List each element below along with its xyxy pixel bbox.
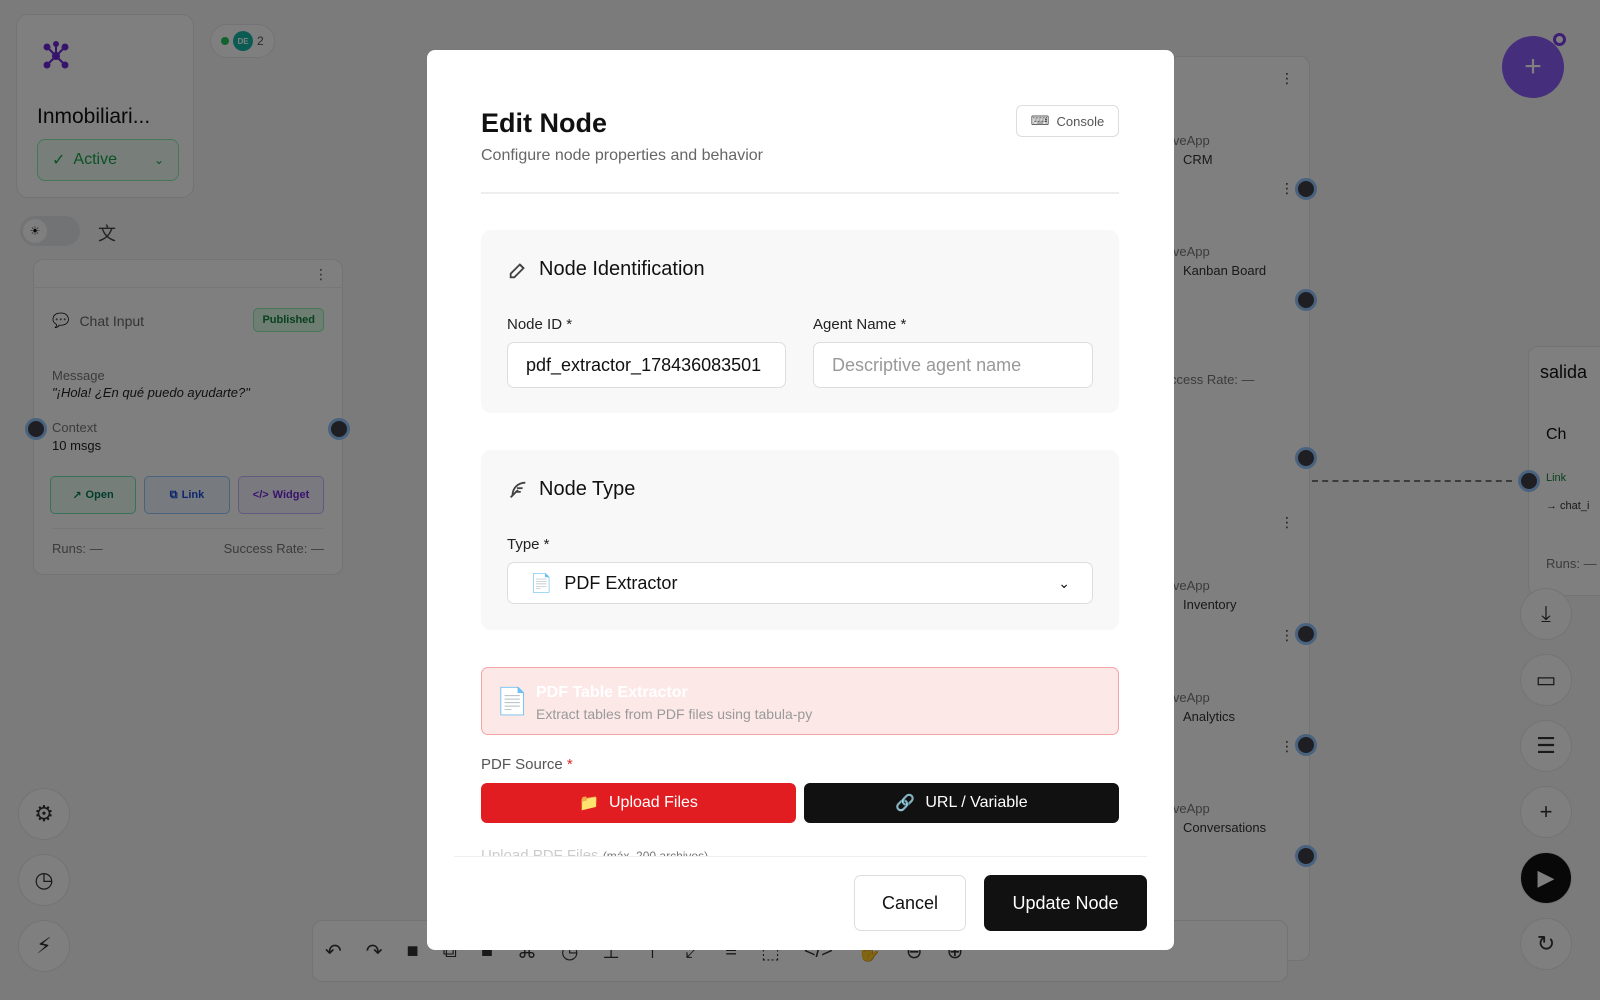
document-icon: 📄 — [530, 572, 553, 593]
update-node-button[interactable]: Update Node — [984, 875, 1147, 931]
dialog-footer: Cancel Update Node — [454, 856, 1147, 950]
section-title: Node Type — [507, 478, 635, 501]
info-title: PDF Table Extractor — [536, 684, 688, 701]
node-identification-section: Node Identification Node ID * Agent Name… — [481, 230, 1119, 413]
type-label: Type * — [507, 536, 550, 553]
chevron-down-icon: ⌄ — [1058, 574, 1070, 591]
upload-files-button[interactable]: 📁 Upload Files — [481, 783, 796, 823]
edit-icon — [509, 262, 525, 278]
dialog-subtitle: Configure node properties and behavior — [481, 147, 763, 164]
cancel-button[interactable]: Cancel — [854, 875, 966, 931]
section-title: Node Identification — [507, 258, 705, 281]
node-id-input[interactable] — [507, 342, 786, 388]
divider — [481, 192, 1119, 194]
url-variable-button[interactable]: 🔗 URL / Variable — [804, 783, 1119, 823]
console-button[interactable]: ⌨ Console — [1016, 105, 1119, 137]
dialog-title: Edit Node — [481, 108, 607, 138]
agent-name-input[interactable] — [813, 342, 1093, 388]
link-icon: 🔗 — [895, 795, 916, 812]
info-description: Extract tables from PDF files using tabu… — [536, 706, 813, 722]
required-mark: * — [566, 756, 573, 773]
feather-icon — [510, 481, 526, 498]
document-icon: 📄 — [496, 686, 529, 716]
pdf-source-label: PDF Source * — [481, 756, 573, 773]
node-type-section: Node Type Type * 📄 PDF Extractor ⌄ — [481, 450, 1119, 630]
node-type-info: 📄 PDF Table Extractor Extract tables fro… — [481, 667, 1119, 735]
edit-node-dialog: Edit Node Configure node properties and … — [427, 50, 1174, 950]
folder-icon: 📁 — [579, 795, 599, 812]
agent-name-label: Agent Name * — [813, 316, 907, 333]
terminal-icon: ⌨ — [1030, 113, 1050, 128]
type-selected-value: PDF Extractor — [564, 572, 678, 593]
type-select[interactable]: 📄 PDF Extractor ⌄ — [507, 562, 1093, 604]
node-id-label: Node ID * — [507, 316, 573, 333]
